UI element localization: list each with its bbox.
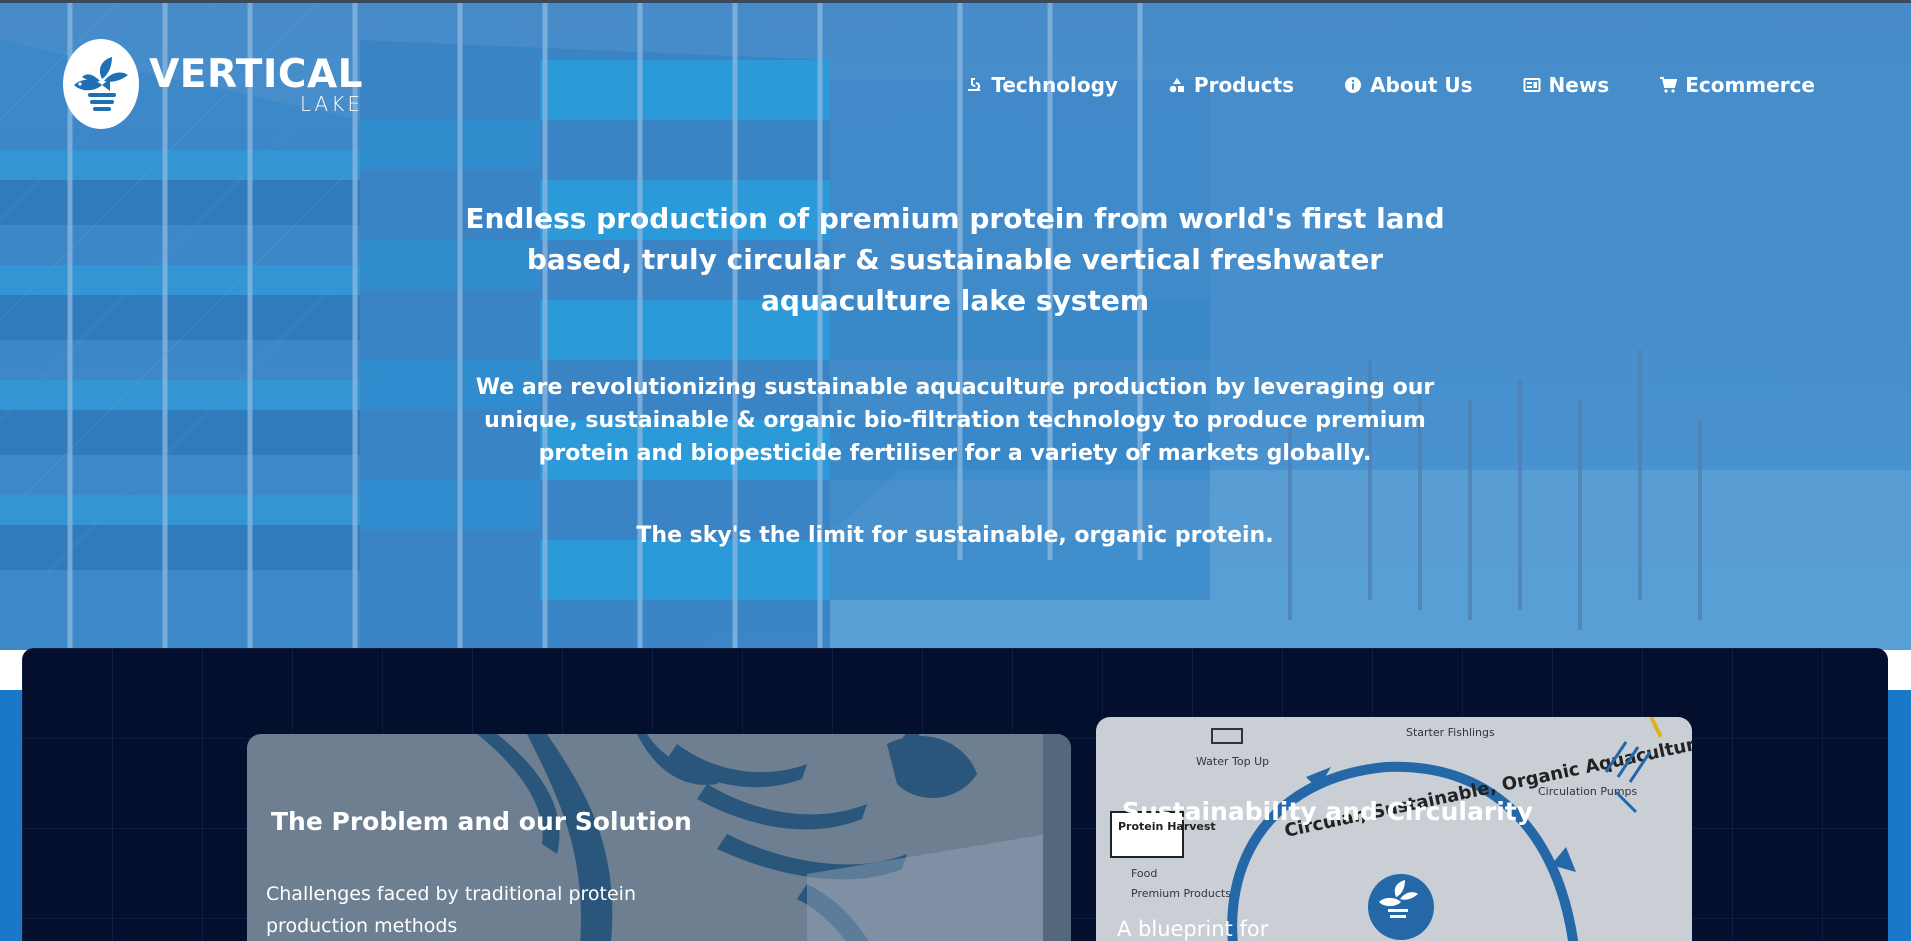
logo-word-lake: LAKE xyxy=(299,91,363,116)
hero-subtext: We are revolutionizing sustainable aquac… xyxy=(475,375,1435,466)
nav-label-technology: Technology xyxy=(991,73,1118,97)
card-text-problem: Challenges faced by traditional protein … xyxy=(266,883,636,937)
technology-icon xyxy=(965,76,983,94)
diagram-label-premium: Premium Products xyxy=(1131,887,1231,900)
card-edge xyxy=(1043,734,1071,941)
nav-item-technology[interactable]: Technology xyxy=(965,73,1118,97)
hero-headline: Endless production of premium protein fr… xyxy=(465,202,1445,317)
card-sustainability[interactable]: Circular, Sustainable, Organic Aquacultu… xyxy=(1096,717,1692,941)
diagram-label-water: Water Top Up xyxy=(1196,755,1269,768)
diagram-label-pumps: Circulation Pumps xyxy=(1538,785,1638,798)
card-text-sustainability: A blueprint for xyxy=(1117,917,1269,941)
card-title-problem: The Problem and our Solution xyxy=(271,807,692,836)
hero-tagline: The sky's the limit for sustainable, org… xyxy=(636,523,1274,548)
products-icon xyxy=(1168,76,1186,94)
nav-item-about-us[interactable]: About Us xyxy=(1344,73,1473,97)
nav-item-news[interactable]: News xyxy=(1523,73,1610,97)
page: VERTICAL LAKE Technology Products About … xyxy=(0,0,1911,941)
nav-item-ecommerce[interactable]: Ecommerce xyxy=(1659,73,1815,97)
top-border xyxy=(0,0,1911,3)
fish-leaf-icon xyxy=(74,57,129,111)
nav-label-news: News xyxy=(1548,73,1610,97)
info-icon xyxy=(1344,76,1362,94)
nav-label-ecommerce: Ecommerce xyxy=(1685,73,1815,97)
cart-icon xyxy=(1659,76,1678,94)
card-problem-solution[interactable]: The Problem and our Solution Challenges … xyxy=(247,734,1071,941)
circularity-diagram: Circular, Sustainable, Organic Aquacultu… xyxy=(1110,717,1692,941)
main-nav: Technology Products About Us News Ecomme… xyxy=(915,70,1815,100)
logo-wordmark: VERTICAL LAKE xyxy=(149,55,363,114)
brand-logo[interactable]: VERTICAL LAKE xyxy=(63,38,363,130)
logo-emblem xyxy=(63,39,140,129)
nav-label-about-us: About Us xyxy=(1370,73,1473,97)
nav-item-products[interactable]: Products xyxy=(1168,73,1294,97)
logo-word-vertical: VERTICAL xyxy=(149,51,363,97)
diagram-label-starter: Starter Fishlings xyxy=(1406,726,1495,739)
news-icon xyxy=(1523,76,1541,94)
card-title-sustainability: Sustainability and Circularity xyxy=(1122,797,1534,826)
diagram-label-food: Food xyxy=(1131,867,1157,880)
nav-label-products: Products xyxy=(1193,73,1295,97)
